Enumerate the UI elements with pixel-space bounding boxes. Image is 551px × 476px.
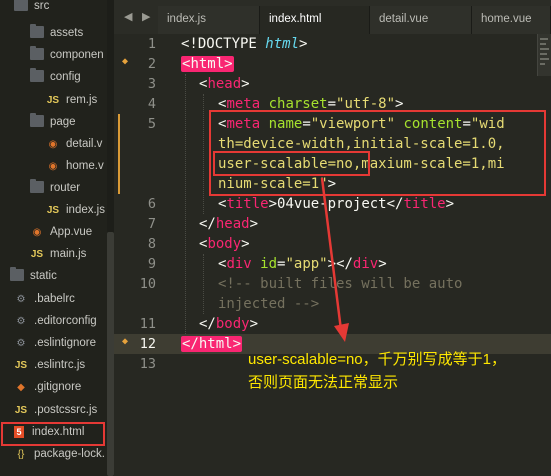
red-arrow-icon	[320, 177, 349, 342]
annotation-line-2: 否则页面无法正常显示	[248, 374, 399, 391]
minimap[interactable]	[537, 34, 551, 76]
annotation-note: user-scalable=no，千万别写成等于1， 否则页面无法正常显示	[248, 348, 506, 394]
annotation-line-1: user-scalable=no，千万别写成等于1，	[248, 351, 506, 368]
minimap-line	[540, 53, 547, 55]
minimap-line	[540, 63, 545, 65]
minimap-line	[540, 38, 548, 40]
minimap-line	[540, 58, 549, 60]
minimap-line	[540, 48, 549, 50]
minimap-line	[540, 43, 546, 45]
